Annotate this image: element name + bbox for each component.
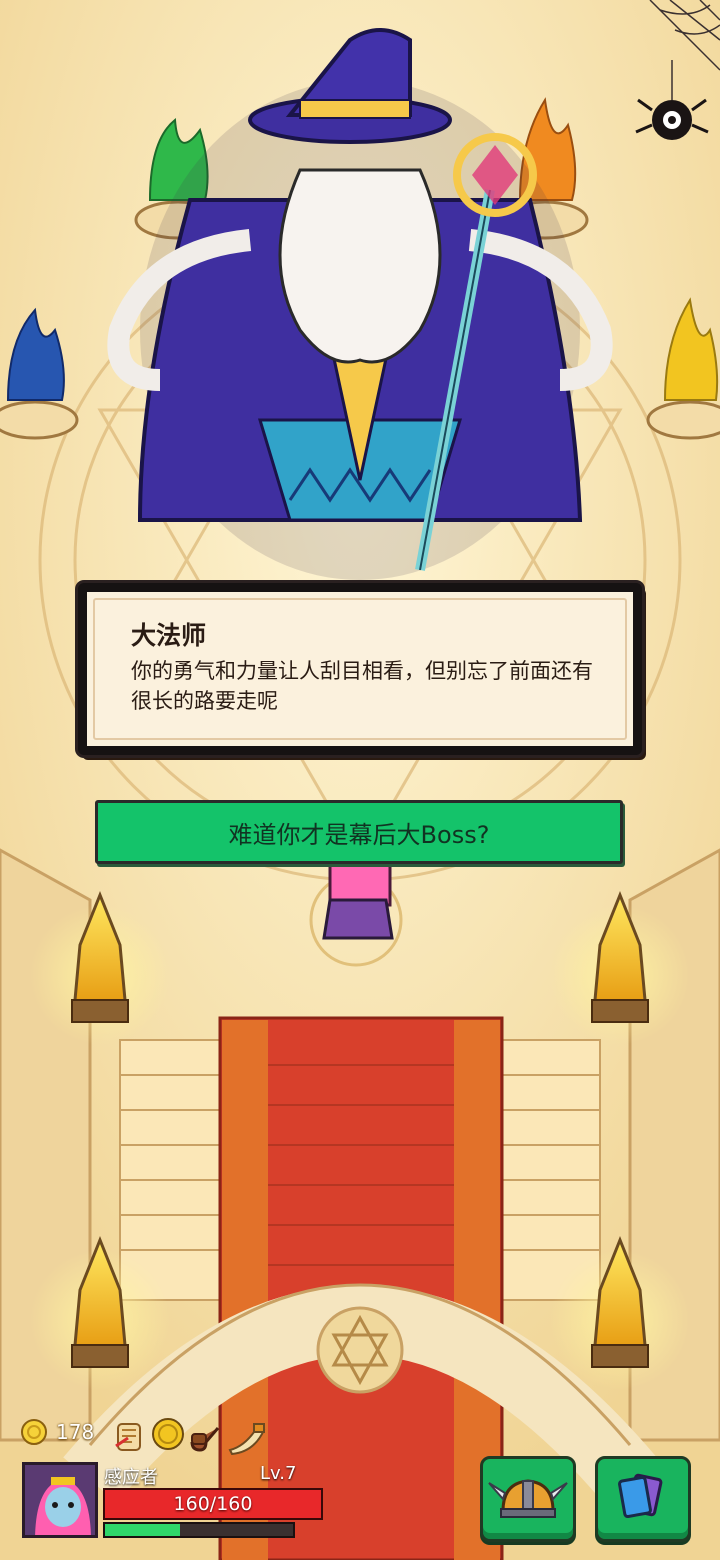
speaker-name: 大法师 [131,621,207,650]
player-level: Lv.7 [260,1463,297,1484]
hp-bar: 160/160 [103,1488,323,1520]
xp-bar [103,1522,295,1538]
hp-value: 160/160 [173,1493,253,1515]
horn-icon[interactable] [226,1416,266,1460]
coin-value: 178 [56,1420,95,1444]
dialog-text: 你的勇气和力量让人刮目相看，但别忘了前面还有很长的路要走呢 [131,659,593,713]
scroll-icon[interactable] [114,1418,148,1458]
equipment-button[interactable] [480,1456,576,1542]
player-avatar[interactable] [22,1462,98,1538]
cards-icon [618,1473,663,1519]
cards-button[interactable] [595,1456,691,1542]
helmet-icon [488,1479,568,1518]
temple-background [0,0,720,1560]
inventory-items [110,1410,270,1460]
gold-coin-icon[interactable] [150,1416,186,1456]
pipe-icon[interactable] [188,1418,224,1456]
game-scene: 大法师 你的勇气和力量让人刮目相看，但别忘了前面还有很长的路要走呢 难道你才是幕… [0,0,720,1560]
dialog-box: 大法师 你的勇气和力量让人刮目相看，但别忘了前面还有很长的路要走呢 [78,583,642,755]
xp-bar-fill [105,1524,181,1536]
dialog-choice-button[interactable]: 难道你才是幕后大Boss? [95,800,623,864]
player-name: 感应者 [104,1467,158,1488]
coin-counter: 178 [20,1418,94,1446]
coin-icon [21,1419,47,1445]
